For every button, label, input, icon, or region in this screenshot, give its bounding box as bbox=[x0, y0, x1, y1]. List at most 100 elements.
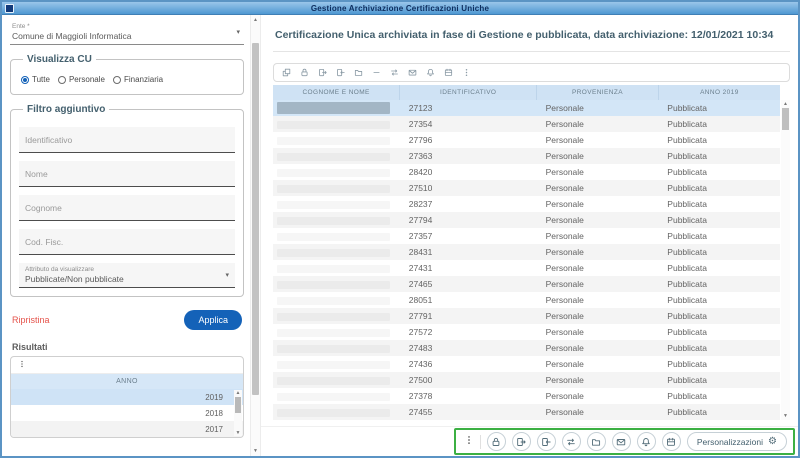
mail-icon[interactable] bbox=[612, 432, 631, 451]
radio-tutte[interactable]: Tutte bbox=[21, 75, 50, 84]
identificativo-input[interactable]: Identificativo bbox=[19, 127, 235, 153]
col-cognome-e-nome[interactable]: COGNOME E NOME bbox=[273, 85, 400, 100]
anno-row[interactable]: 2019 bbox=[11, 389, 243, 405]
calendar-icon[interactable] bbox=[662, 432, 681, 451]
table-row[interactable]: 27357PersonalePubblicata bbox=[273, 228, 780, 244]
doc-in-icon[interactable] bbox=[336, 68, 345, 77]
cell-cognome bbox=[273, 388, 400, 404]
table-row[interactable]: 27483PersonalePubblicata bbox=[273, 340, 780, 356]
scroll-down-icon[interactable]: ▼ bbox=[783, 413, 788, 419]
table-row[interactable]: 27431PersonalePubblicata bbox=[273, 260, 780, 276]
calendar-icon[interactable] bbox=[444, 68, 453, 77]
table-row[interactable]: 28420PersonalePubblicata bbox=[273, 164, 780, 180]
attributo-value: Pubblicate/Non pubblicate bbox=[25, 274, 124, 284]
table-row[interactable]: 27455PersonalePubblicata bbox=[273, 404, 780, 420]
radio-icon bbox=[58, 76, 66, 84]
table-row[interactable]: 27794PersonalePubblicata bbox=[273, 212, 780, 228]
bell-icon[interactable] bbox=[637, 432, 656, 451]
table-row[interactable]: 27500PersonalePubblicata bbox=[273, 372, 780, 388]
cell-cognome bbox=[273, 116, 400, 132]
cell-provenienza: Personale bbox=[537, 308, 659, 324]
cell-stato: Pubblicata bbox=[658, 180, 780, 196]
minus-icon[interactable] bbox=[372, 68, 381, 77]
table-row[interactable]: 27572PersonalePubblicata bbox=[273, 324, 780, 340]
personalizzazioni-button[interactable]: Personalizzazioni ⚙ bbox=[687, 432, 787, 451]
window-titlebar[interactable]: Gestione Archiviazione Certificazioni Un… bbox=[2, 2, 798, 15]
table-row[interactable]: 27378PersonalePubblicata bbox=[273, 388, 780, 404]
mail-icon[interactable] bbox=[408, 68, 417, 77]
cell-cognome bbox=[273, 212, 400, 228]
table-row[interactable]: 27123PersonalePubblicata bbox=[273, 100, 780, 116]
risultati-scrollbar[interactable]: ▲ ▼ bbox=[234, 390, 242, 436]
visualizza-cu-radio-group: Tutte Personale Finanziaria bbox=[19, 69, 235, 86]
actions-toolbar-highlighted: Personalizzazioni ⚙ bbox=[454, 428, 795, 455]
cell-stato: Pubblicata bbox=[658, 404, 780, 420]
scroll-thumb[interactable] bbox=[782, 108, 789, 130]
cell-provenienza: Personale bbox=[537, 260, 659, 276]
table-row[interactable]: 28051PersonalePubblicata bbox=[273, 292, 780, 308]
ripristina-link[interactable]: Ripristina bbox=[12, 315, 50, 325]
lock-icon[interactable] bbox=[487, 432, 506, 451]
bottom-bar: Personalizzazioni ⚙ bbox=[261, 426, 798, 456]
cognome-input[interactable]: Cognome bbox=[19, 195, 235, 221]
table-row[interactable]: 27510PersonalePubblicata bbox=[273, 180, 780, 196]
nome-input[interactable]: Nome bbox=[19, 161, 235, 187]
doc-in-icon[interactable] bbox=[537, 432, 556, 451]
cell-cognome bbox=[273, 180, 400, 196]
more-vertical-icon[interactable] bbox=[18, 356, 26, 374]
table-row[interactable]: 27796PersonalePubblicata bbox=[273, 132, 780, 148]
radio-personale[interactable]: Personale bbox=[58, 75, 105, 84]
folder-icon[interactable] bbox=[587, 432, 606, 451]
ente-select[interactable]: Ente * Comune di Maggioli Informatica ▾ bbox=[10, 21, 244, 45]
redacted-name bbox=[277, 121, 390, 129]
transfer-icon[interactable] bbox=[562, 432, 581, 451]
scroll-thumb[interactable] bbox=[252, 43, 259, 395]
col-anno-2019[interactable]: ANNO 2019 bbox=[658, 85, 780, 100]
table-row[interactable]: 28431PersonalePubblicata bbox=[273, 244, 780, 260]
bell-icon[interactable] bbox=[426, 68, 435, 77]
transfer-icon[interactable] bbox=[390, 68, 399, 77]
redacted-name bbox=[277, 201, 390, 209]
anno-column-header: ANNO bbox=[11, 374, 243, 389]
table-row[interactable]: 28237PersonalePubblicata bbox=[273, 196, 780, 212]
filtro-aggiuntivo-legend: Filtro aggiuntivo bbox=[23, 104, 109, 115]
anno-row[interactable]: 2017 bbox=[11, 421, 243, 437]
table-row[interactable]: 27436PersonalePubblicata bbox=[273, 356, 780, 372]
redacted-name bbox=[277, 249, 390, 257]
scroll-up-icon[interactable]: ▲ bbox=[253, 17, 258, 23]
open-new-icon[interactable] bbox=[282, 68, 291, 77]
table-row[interactable]: 27354PersonalePubblicata bbox=[273, 116, 780, 132]
table-row[interactable]: 27465PersonalePubblicata bbox=[273, 276, 780, 292]
scroll-down-icon[interactable]: ▼ bbox=[253, 448, 258, 454]
doc-out-icon[interactable] bbox=[512, 432, 531, 451]
applica-button[interactable]: Applica bbox=[184, 310, 242, 330]
cell-stato: Pubblicata bbox=[658, 356, 780, 372]
anno-row[interactable]: 2018 bbox=[11, 405, 243, 421]
cod-fisc-input[interactable]: Cod. Fisc. bbox=[19, 229, 235, 255]
radio-label: Finanziaria bbox=[124, 75, 163, 84]
panel-scrollbar[interactable]: ▲ ▼ bbox=[250, 15, 261, 456]
col-provenienza[interactable]: PROVENIENZA bbox=[537, 85, 659, 100]
more-vertical-icon[interactable] bbox=[462, 68, 471, 77]
scroll-up-icon[interactable]: ▲ bbox=[236, 390, 241, 396]
col-identificativo[interactable]: IDENTIFICATIVO bbox=[400, 85, 537, 100]
cell-provenienza: Personale bbox=[537, 404, 659, 420]
more-vertical-icon[interactable] bbox=[464, 433, 474, 451]
attributo-select[interactable]: Attributo da visualizzare Pubblicate/Non… bbox=[19, 263, 235, 288]
doc-out-icon[interactable] bbox=[318, 68, 327, 77]
folder-icon[interactable] bbox=[354, 68, 363, 77]
cell-provenienza: Personale bbox=[537, 228, 659, 244]
cell-cognome bbox=[273, 356, 400, 372]
risultati-menu[interactable] bbox=[11, 357, 243, 374]
table-scrollbar[interactable]: ▲ ▼ bbox=[781, 100, 790, 420]
redacted-name bbox=[277, 281, 390, 289]
scroll-up-icon[interactable]: ▲ bbox=[783, 101, 788, 107]
scroll-down-icon[interactable]: ▼ bbox=[236, 430, 241, 436]
lock-icon[interactable] bbox=[300, 68, 309, 77]
scroll-thumb[interactable] bbox=[235, 397, 241, 413]
divider bbox=[273, 51, 790, 52]
radio-finanziaria[interactable]: Finanziaria bbox=[113, 75, 163, 84]
table-row[interactable]: 27363PersonalePubblicata bbox=[273, 148, 780, 164]
filter-sidebar: Ente * Comune di Maggioli Informatica ▾ … bbox=[2, 15, 250, 456]
table-row[interactable]: 27791PersonalePubblicata bbox=[273, 308, 780, 324]
